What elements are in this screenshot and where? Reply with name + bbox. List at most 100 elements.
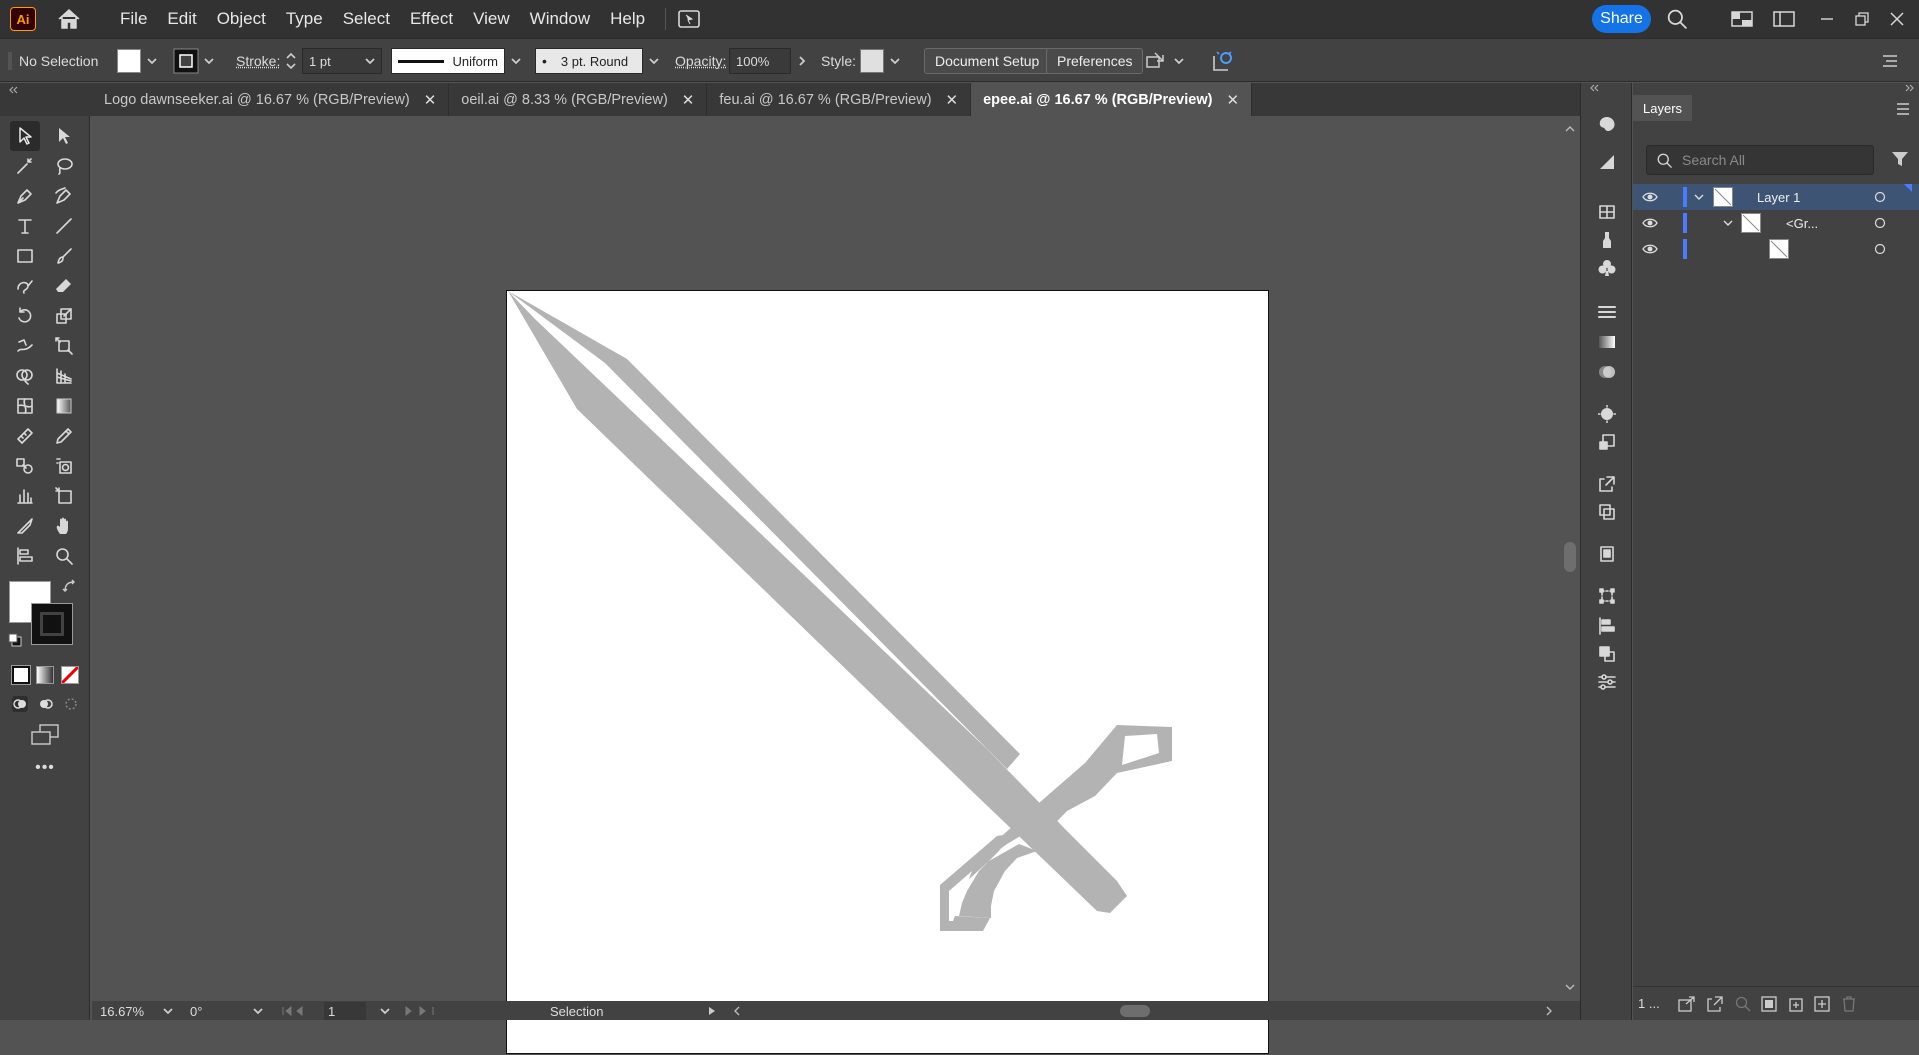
lasso-tool[interactable] <box>49 151 79 181</box>
graphic-style-swatch[interactable] <box>860 39 884 83</box>
dock-graphic-styles[interactable] <box>1594 429 1620 455</box>
preferences-button[interactable]: Preferences <box>1046 48 1144 74</box>
rotation-dropdown[interactable] <box>252 1002 264 1020</box>
none-mode-button[interactable] <box>61 666 79 684</box>
color-mode-button[interactable] <box>11 665 31 685</box>
symbol-sprayer-tool[interactable] <box>49 451 79 481</box>
dock-artboards[interactable] <box>1594 541 1620 567</box>
gradient-tool[interactable] <box>49 391 79 421</box>
stroke-color-box[interactable] <box>31 603 73 645</box>
control-bar-menu[interactable] <box>1882 39 1898 83</box>
draw-behind-button[interactable] <box>36 694 56 714</box>
vertical-scrollbar[interactable] <box>1560 116 1580 1001</box>
layer-name[interactable]: Layer 1 <box>1757 190 1800 205</box>
tab-logo-dawnseeker[interactable]: Logo dawnseeker.ai @ 16.67 % (RGB/Previe… <box>92 83 450 116</box>
column-graph-tool[interactable] <box>10 481 40 511</box>
stroke-stepper[interactable] <box>285 39 297 83</box>
tab-oeil[interactable]: oeil.ai @ 8.33 % (RGB/Preview) ✕ <box>449 83 708 116</box>
layer-row-path[interactable] <box>1633 236 1919 262</box>
menu-window[interactable]: Window <box>520 0 600 38</box>
stroke-label[interactable]: Stroke: <box>236 39 280 83</box>
align-tool[interactable] <box>10 541 40 571</box>
menu-object[interactable]: Object <box>207 0 276 38</box>
direct-selection-tool[interactable] <box>49 121 79 151</box>
variable-width-profile[interactable]: Uniform <box>391 48 505 74</box>
curvature-tool[interactable] <box>49 181 79 211</box>
magic-wand-tool[interactable] <box>10 151 40 181</box>
dock-stroke[interactable] <box>1594 299 1620 325</box>
scroll-thumb[interactable] <box>1564 542 1576 572</box>
arrange-dropdown[interactable] <box>1173 39 1185 83</box>
dock-properties[interactable] <box>1594 111 1620 137</box>
brush-dropdown[interactable] <box>648 39 660 83</box>
layer-row-layer-1[interactable]: Layer 1 <box>1633 184 1919 210</box>
paintbrush-tool[interactable] <box>49 241 79 271</box>
menu-edit[interactable]: Edit <box>157 0 206 38</box>
locate-object-icon[interactable] <box>1735 996 1751 1012</box>
screen-mode-button[interactable] <box>30 723 60 747</box>
opacity-expand[interactable] <box>796 39 808 83</box>
panels-toggle-button[interactable] <box>1773 8 1795 30</box>
menu-effect[interactable]: Effect <box>400 0 463 38</box>
trash-icon[interactable] <box>1842 996 1856 1012</box>
tab-epee[interactable]: epee.ai @ 16.67 % (RGB/Preview) ✕ <box>971 83 1253 116</box>
gradient-mode-button[interactable] <box>36 666 54 684</box>
zoom-dropdown[interactable] <box>162 1002 174 1020</box>
dock-transform[interactable] <box>1594 583 1620 609</box>
type-tool[interactable] <box>10 211 40 241</box>
perspective-grid-tool[interactable] <box>49 361 79 391</box>
edit-toolbar-button[interactable]: ••• <box>30 759 60 777</box>
stroke-swatch[interactable] <box>173 39 199 83</box>
dock-collapse-icon[interactable] <box>1589 83 1599 93</box>
target-circle-icon[interactable] <box>1874 217 1886 229</box>
minimize-button[interactable] <box>1816 8 1838 30</box>
menu-file[interactable]: File <box>110 0 157 38</box>
warp-tool[interactable] <box>10 331 40 361</box>
artboard[interactable] <box>506 290 1269 1054</box>
draw-normal-button[interactable] <box>10 694 30 714</box>
slice-tool[interactable] <box>10 511 40 541</box>
dock-transparency[interactable] <box>1594 359 1620 385</box>
export-asset-icon[interactable] <box>1707 996 1723 1012</box>
document-setup-button[interactable]: Document Setup <box>924 48 1051 74</box>
canvas[interactable] <box>92 116 1562 1054</box>
tab-close-icon[interactable]: ✕ <box>424 91 437 109</box>
measure-tool[interactable] <box>10 421 40 451</box>
stroke-weight-dropdown[interactable] <box>364 39 376 83</box>
eraser-tool[interactable] <box>49 271 79 301</box>
default-colors-button[interactable] <box>8 633 22 647</box>
share-button[interactable]: Share <box>1592 5 1651 33</box>
menu-view[interactable]: View <box>463 0 520 38</box>
menu-help[interactable]: Help <box>600 0 655 38</box>
h-scroll-thumb[interactable] <box>1120 1005 1150 1017</box>
layers-search-input[interactable]: Search All <box>1646 145 1874 175</box>
tab-close-icon[interactable]: ✕ <box>682 91 695 109</box>
dock-export[interactable] <box>1594 471 1620 497</box>
zoom-tool[interactable] <box>49 541 79 571</box>
shaper-tool[interactable] <box>10 271 40 301</box>
dock-pathfinder[interactable] <box>1594 499 1620 525</box>
opacity-field[interactable]: 100% <box>729 48 791 74</box>
eye-icon[interactable] <box>1642 217 1658 229</box>
rectangle-tool[interactable] <box>10 241 40 271</box>
tab-close-icon[interactable]: ✕ <box>1226 91 1239 109</box>
target-circle-icon[interactable] <box>1874 243 1886 255</box>
tab-feu[interactable]: feu.ai @ 16.67 % (RGB/Preview) ✕ <box>707 83 972 116</box>
pen-tool[interactable] <box>10 181 40 211</box>
draw-inside-button[interactable] <box>61 694 81 714</box>
eye-icon[interactable] <box>1642 191 1658 203</box>
hand-tool[interactable] <box>49 511 79 541</box>
artboard-number-field[interactable]: 1 <box>324 1002 366 1020</box>
scale-tool[interactable] <box>49 301 79 331</box>
toolbar-collapse[interactable] <box>0 83 92 116</box>
dock-properties-sliders[interactable] <box>1594 669 1620 695</box>
line-segment-tool[interactable] <box>49 211 79 241</box>
selection-tool[interactable] <box>10 121 40 151</box>
menu-select[interactable]: Select <box>333 0 400 38</box>
layers-panel-menu[interactable] <box>1896 103 1910 115</box>
control-bar-grip[interactable] <box>8 39 12 83</box>
first-prev-artboard-buttons[interactable] <box>282 1002 308 1020</box>
panel-collapse-icon[interactable] <box>1905 83 1915 93</box>
blend-tool[interactable] <box>10 451 40 481</box>
zoom-field[interactable]: 16.67% <box>100 1002 162 1020</box>
